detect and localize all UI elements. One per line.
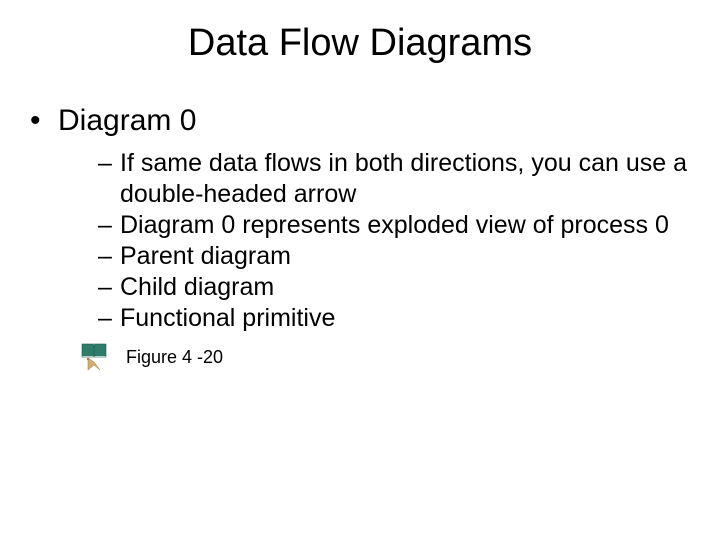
- subbullet-parent-diagram: Parent diagram: [98, 241, 690, 272]
- slide-title: Data Flow Diagrams: [0, 22, 720, 65]
- bullet-diagram-0: Diagram 0: [30, 102, 690, 140]
- subbullet-exploded-view: Diagram 0 represents exploded view of pr…: [98, 210, 690, 241]
- figure-label: Figure 4 -20: [126, 347, 223, 368]
- subbullet-double-arrow: If same data flows in both directions, y…: [98, 148, 690, 210]
- figure-row: Figure 4 -20: [80, 342, 690, 374]
- subbullet-child-diagram: Child diagram: [98, 272, 690, 303]
- subbullet-functional-primitive: Functional primitive: [98, 303, 690, 334]
- sub-bullets: If same data flows in both directions, y…: [98, 148, 690, 334]
- slide-body: Diagram 0 If same data flows in both dir…: [30, 102, 690, 374]
- slide: Data Flow Diagrams Diagram 0 If same dat…: [0, 0, 720, 540]
- book-pointer-icon: [80, 342, 108, 374]
